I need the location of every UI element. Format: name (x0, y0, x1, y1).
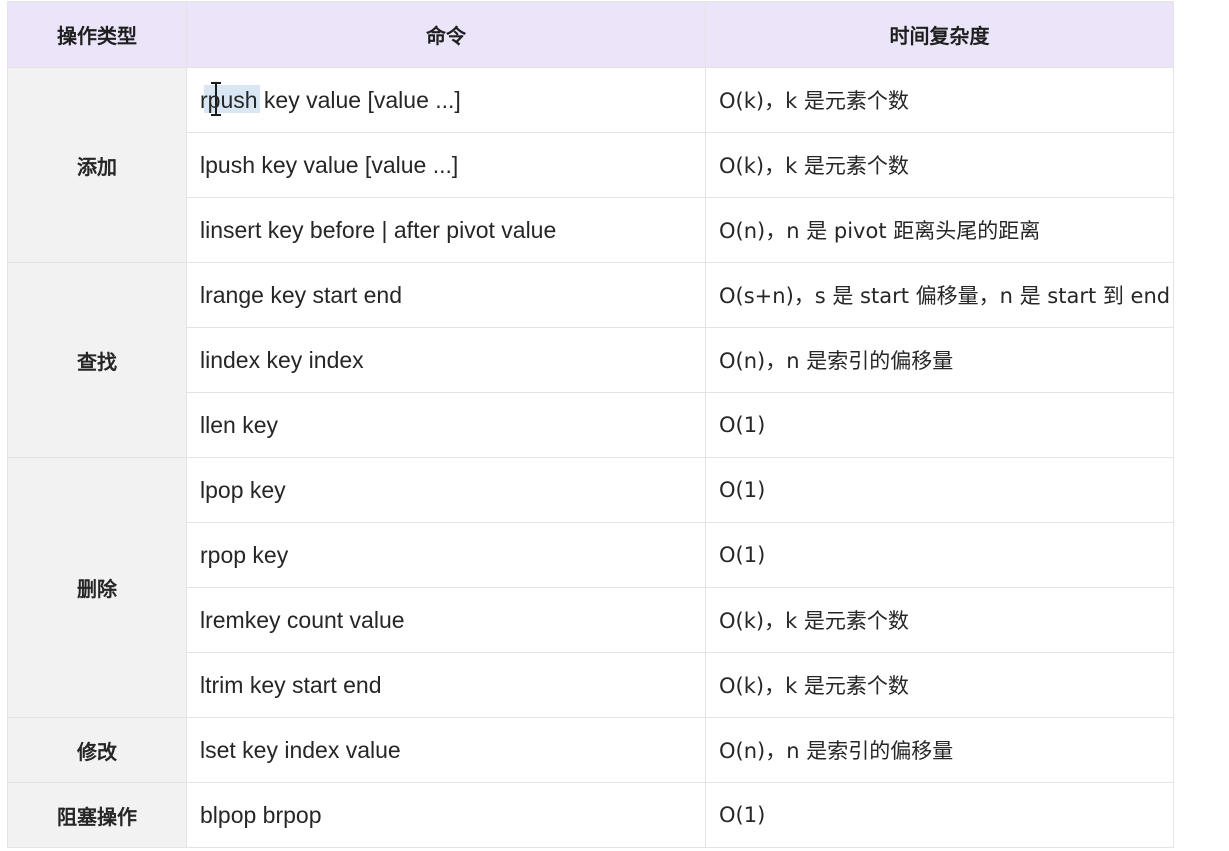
complexity-cell: O(n)，n 是 pivot 距离头尾的距离 (705, 197, 1174, 263)
header-command: 命令 (186, 1, 706, 68)
complexity-cell: O(1) (705, 392, 1174, 458)
command-cell: llen key (186, 392, 706, 458)
complexity-cell: O(n)，n 是索引的偏移量 (705, 717, 1174, 783)
table-row: 修改 lset key index value O(n)，n 是索引的偏移量 (7, 717, 1174, 783)
table-row: 删除 lpop key O(1) (7, 457, 1174, 718)
command-cell: lpop key (186, 457, 706, 523)
command-cell: blpop brpop (186, 782, 706, 848)
selected-command-text[interactable]: rpush key value [value ...] (200, 81, 461, 116)
command-cell: lremkey count value (186, 587, 706, 653)
command-cell: ltrim key start end (186, 652, 706, 718)
type-cell-modify: 修改 (7, 717, 187, 783)
redis-list-commands-table: 操作类型 命令 时间复杂度 添加 rpush key value [value … (7, 1, 1174, 848)
complexity-table-container: 操作类型 命令 时间复杂度 添加 rpush key value [value … (7, 1, 1174, 848)
command-cell: linsert key before | after pivot value (186, 197, 706, 263)
complexity-cell: O(k)，k 是元素个数 (705, 652, 1174, 718)
complexity-cell: O(k)，k 是元素个数 (705, 67, 1174, 133)
type-cell-blocking: 阻塞操作 (7, 782, 187, 848)
table-row: 查找 lrange key start end O(s+n)，s 是 start… (7, 262, 1174, 458)
table-row: 阻塞操作 blpop brpop O(1) (7, 782, 1174, 848)
command-cell[interactable]: rpush key value [value ...] (186, 67, 706, 133)
command-cell: lindex key index (186, 327, 706, 393)
type-cell-add: 添加 (7, 67, 187, 263)
command-cell: lrange key start end (186, 262, 706, 328)
type-cell-delete: 删除 (7, 457, 187, 718)
header-operation-type: 操作类型 (7, 1, 187, 68)
table-header-row: 操作类型 命令 时间复杂度 (7, 1, 1174, 68)
complexity-cell: O(1) (705, 457, 1174, 523)
complexity-cell: O(n)，n 是索引的偏移量 (705, 327, 1174, 393)
header-time-complexity: 时间复杂度 (705, 1, 1174, 68)
command-cell: rpop key (186, 522, 706, 588)
complexity-cell: O(k)，k 是元素个数 (705, 587, 1174, 653)
complexity-cell: O(k)，k 是元素个数 (705, 132, 1174, 198)
command-cell: lpush key value [value ...] (186, 132, 706, 198)
command-text: rpush key value [value ...] (200, 86, 461, 113)
complexity-cell: O(1) (705, 522, 1174, 588)
type-cell-find: 查找 (7, 262, 187, 458)
command-cell: lset key index value (186, 717, 706, 783)
complexity-cell: O(1) (705, 782, 1174, 848)
complexity-cell: O(s+n)，s 是 start 偏移量，n 是 start 到 end (705, 262, 1174, 328)
table-row: 添加 rpush key value [value ...] O(k)，k 是元… (7, 67, 1174, 263)
